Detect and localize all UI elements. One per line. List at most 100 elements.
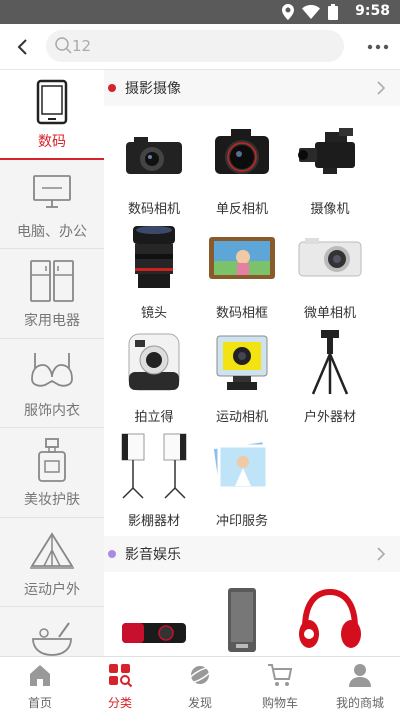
back-arrow-icon — [17, 39, 27, 55]
product-item[interactable]: 运动相机 — [198, 322, 286, 426]
product-label: 影棚器材 — [127, 514, 180, 529]
search-icon — [55, 37, 72, 54]
tent-icon — [27, 526, 77, 574]
nav-label: 分类 — [107, 696, 132, 710]
product-label: 数码相机 — [127, 202, 180, 217]
search-bar[interactable] — [46, 30, 344, 62]
product-label: 摄像机 — [310, 202, 350, 217]
section-header-photography[interactable]: 摄影摄像 — [104, 70, 400, 106]
chevron-right-icon — [377, 547, 386, 561]
bra-icon — [27, 347, 77, 395]
product-item[interactable]: 户外器材 — [286, 322, 374, 426]
sidebar-item-label: 电脑、办公 — [17, 223, 87, 240]
photo-printing-image — [204, 432, 280, 500]
location-icon — [282, 4, 294, 20]
product-item[interactable] — [110, 580, 198, 656]
instant-camera-image — [116, 328, 192, 396]
section-title: 摄影摄像 — [125, 81, 181, 97]
sidebar-item-label: 服饰内衣 — [24, 402, 80, 419]
category-content: 摄影摄像 数码相机 单反相机 摄像机 镜头 数码相框 微单相机 拍立得 运动相机… — [104, 70, 400, 656]
more-dots-icon — [367, 44, 389, 50]
product-item[interactable]: 拍立得 — [110, 322, 198, 426]
nav-discover[interactable]: 发现 — [160, 657, 240, 710]
dslr-camera-image — [204, 120, 280, 188]
product-item[interactable] — [286, 580, 374, 656]
monitor-icon — [27, 168, 77, 216]
more-options-button[interactable] — [366, 36, 390, 58]
category-grid-icon — [109, 664, 133, 688]
nav-label: 发现 — [187, 696, 212, 710]
product-label: 镜头 — [140, 306, 167, 321]
nav-label: 购物车 — [261, 696, 298, 710]
bottom-navigation: 首页 分类 发现 购物车 我的商城 — [0, 656, 400, 710]
digital-camera-image — [116, 120, 192, 188]
tripod-image — [292, 328, 368, 396]
section-header-entertainment[interactable]: 影音娱乐 — [104, 536, 400, 572]
studio-lighting-image — [116, 432, 192, 500]
product-item[interactable]: 影棚器材 — [110, 426, 198, 530]
product-item[interactable]: 冲印服务 — [198, 426, 286, 530]
cart-icon — [268, 664, 293, 686]
product-grid: 数码相机 单反相机 摄像机 镜头 数码相框 微单相机 拍立得 运动相机 户外器材… — [104, 106, 400, 530]
wifi-icon — [302, 5, 320, 19]
nav-home[interactable]: 首页 — [0, 657, 80, 710]
sidebar-item-apparel[interactable]: 服饰内衣 — [0, 339, 104, 428]
product-label: 单反相机 — [215, 202, 268, 217]
sidebar-item-label: 数码 — [38, 134, 66, 150]
category-sidebar: 数码 电脑、办公 家用电器 服饰内衣 美妆护肤 运动户外 — [0, 70, 104, 656]
battery-icon — [328, 4, 338, 20]
product-item[interactable]: 数码相框 — [198, 218, 286, 322]
sidebar-item-outdoor[interactable]: 运动户外 — [0, 518, 104, 607]
lens-image — [116, 224, 192, 292]
mortar-icon — [27, 615, 77, 656]
perfume-icon — [27, 436, 77, 484]
product-grid — [104, 572, 400, 656]
action-camera-image — [204, 328, 280, 396]
planet-icon — [187, 666, 213, 684]
back-button[interactable] — [12, 36, 34, 58]
product-label: 微单相机 — [303, 306, 356, 321]
product-item[interactable] — [198, 580, 286, 656]
user-icon — [349, 664, 371, 687]
product-label: 拍立得 — [134, 410, 174, 425]
nav-label: 我的商城 — [335, 696, 384, 710]
mp3-player-image — [116, 598, 192, 656]
product-label: 数码相框 — [215, 306, 268, 321]
product-item[interactable]: 单反相机 — [198, 114, 286, 218]
status-icons — [282, 4, 338, 20]
product-item[interactable]: 摄像机 — [286, 114, 374, 218]
phone-icon — [27, 78, 77, 126]
product-label: 冲印服务 — [215, 514, 268, 529]
clock: 9:58 — [355, 3, 390, 19]
sidebar-item-digital[interactable]: 数码 — [0, 70, 104, 160]
sidebar-item-label: 家用电器 — [24, 313, 80, 329]
sidebar-item-label: 运动户外 — [24, 581, 80, 598]
sidebar-item-label: 美妆护肤 — [24, 492, 80, 508]
status-bar: 9:58 — [0, 0, 400, 24]
nav-label: 首页 — [27, 696, 52, 710]
product-item[interactable]: 数码相机 — [110, 114, 198, 218]
camcorder-image — [292, 120, 368, 188]
header — [0, 24, 400, 70]
nav-my-store[interactable]: 我的商城 — [320, 657, 400, 710]
chevron-right-icon — [377, 81, 386, 95]
headphones-image — [292, 586, 368, 654]
home-icon — [30, 665, 50, 686]
fridge-icon — [27, 257, 77, 305]
product-label: 户外器材 — [303, 410, 356, 425]
product-item[interactable]: 镜头 — [110, 218, 198, 322]
section-dot — [108, 84, 116, 92]
nav-category[interactable]: 分类 — [80, 657, 160, 710]
product-item[interactable]: 微单相机 — [286, 218, 374, 322]
speaker-image — [204, 586, 280, 654]
mirrorless-camera-image — [292, 224, 368, 292]
product-label: 运动相机 — [215, 410, 268, 425]
nav-cart[interactable]: 购物车 — [240, 657, 320, 710]
sidebar-item-computer-office[interactable]: 电脑、办公 — [0, 160, 104, 249]
sidebar-item-appliances[interactable]: 家用电器 — [0, 249, 104, 339]
search-input[interactable] — [72, 30, 332, 62]
sidebar-item-beauty[interactable]: 美妆护肤 — [0, 428, 104, 518]
section-dot — [108, 550, 116, 558]
sidebar-item-more[interactable] — [0, 607, 104, 656]
section-title: 影音娱乐 — [125, 547, 181, 563]
